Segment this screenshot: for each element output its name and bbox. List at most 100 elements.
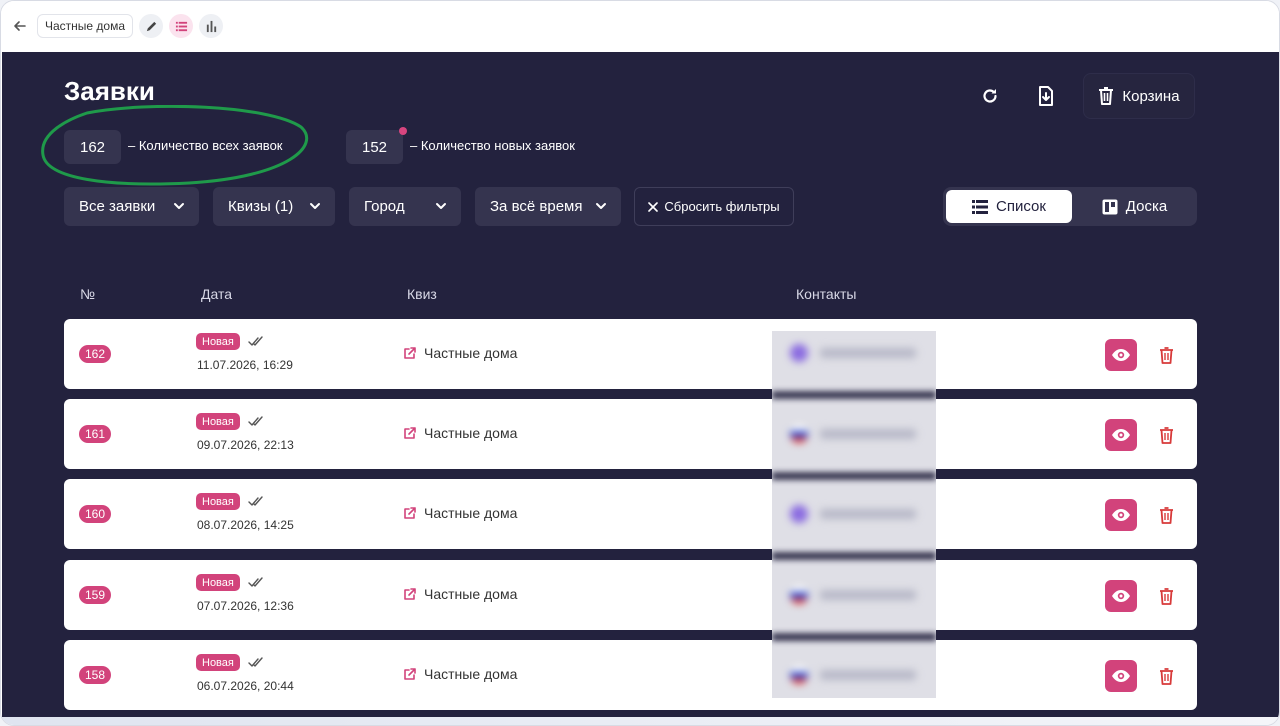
filter-period[interactable]: За всё время [475, 187, 621, 226]
page-title: Заявки [64, 76, 155, 106]
external-link-icon [404, 347, 416, 359]
table-row[interactable]: 160 Новая 08.07.2026, 14:25 Частные дома [64, 479, 1197, 549]
column-header-number: № [80, 286, 96, 302]
delete-request-button[interactable] [1156, 423, 1176, 447]
quiz-name: Частные дома [424, 345, 518, 361]
eye-icon [1112, 349, 1130, 361]
filter-all-requests-label: Все заявки [79, 198, 156, 215]
chevron-down-icon [310, 203, 320, 209]
quiz-name: Частные дома [424, 586, 518, 602]
new-requests-label: – Количество новых заявок [410, 138, 575, 153]
quiz-name: Частные дома [424, 505, 518, 521]
trash-icon [1159, 426, 1173, 444]
close-icon [648, 201, 659, 212]
trash-icon [1159, 587, 1173, 605]
statistics-button[interactable] [199, 14, 224, 38]
chevron-down-icon [436, 203, 446, 209]
quiz-name: Частные дома [424, 666, 518, 682]
view-board-label: Доска [1125, 198, 1168, 215]
russia-flag-icon [786, 422, 926, 446]
new-indicator-dot [399, 127, 407, 135]
request-number-badge: 160 [79, 505, 112, 523]
status-badge: Новая [196, 574, 240, 591]
edit-button[interactable] [139, 14, 164, 38]
total-requests-count: 162 [64, 130, 121, 164]
requests-list-button[interactable] [169, 14, 194, 38]
request-number-badge: 162 [79, 345, 112, 363]
status-badge: Новая [196, 493, 240, 510]
external-link-icon [404, 427, 416, 439]
status-badge: Новая [196, 654, 240, 671]
new-requests-count: 152 [346, 130, 403, 164]
top-toolbar: Частные дома [1, 1, 1279, 51]
table-row[interactable]: 162 Новая 11.07.2026, 16:29 Частные дома [64, 319, 1197, 389]
filter-all-requests[interactable]: Все заявки [64, 187, 199, 226]
view-request-button[interactable] [1105, 499, 1137, 531]
request-date: 06.07.2026, 20:44 [197, 679, 294, 693]
refresh-icon [983, 89, 997, 103]
view-list-label: Список [996, 198, 1046, 215]
bar-chart-icon [206, 20, 216, 32]
filter-city-label: Город [364, 198, 405, 215]
double-check-icon [248, 577, 263, 587]
quiz-name: Частные дома [424, 425, 518, 441]
export-button[interactable] [1028, 78, 1064, 114]
filter-city[interactable]: Город [349, 187, 461, 226]
filter-quizzes-label: Квизы (1) [228, 198, 294, 215]
view-request-button[interactable] [1105, 580, 1137, 612]
kanban-board-icon [1102, 199, 1118, 214]
trash-icon [1159, 346, 1173, 364]
quiz-name-field[interactable]: Частные дома [37, 14, 134, 38]
view-board-button[interactable]: Доска [1075, 190, 1194, 223]
request-date: 08.07.2026, 14:25 [197, 518, 294, 532]
trash-bin-button[interactable]: Корзина [1083, 73, 1195, 119]
reset-filters-label: Сбросить фильтры [664, 199, 780, 214]
quiz-link[interactable]: Частные дома [403, 586, 517, 602]
chevron-down-icon [596, 203, 606, 209]
column-header-contacts: Контакты [796, 286, 857, 302]
double-check-icon [248, 657, 263, 667]
delete-request-button[interactable] [1156, 343, 1176, 367]
back-arrow-icon[interactable] [9, 15, 31, 37]
chevron-down-icon [174, 203, 184, 209]
column-header-date: Дата [201, 286, 233, 302]
request-date: 09.07.2026, 22:13 [197, 438, 294, 452]
list-icon [175, 21, 187, 31]
table-row[interactable]: 159 Новая 07.07.2026, 12:36 Частные дома [64, 560, 1197, 630]
quiz-link[interactable]: Частные дома [403, 505, 517, 521]
table-row[interactable]: 161 Новая 09.07.2026, 22:13 Частные дома [64, 399, 1197, 469]
column-header-quiz: Квиз [407, 286, 437, 302]
trash-label: Корзина [1122, 87, 1180, 105]
quiz-link[interactable]: Частные дома [403, 425, 517, 441]
table-row[interactable]: 158 Новая 06.07.2026, 20:44 Частные дома [64, 640, 1197, 710]
view-request-button[interactable] [1105, 339, 1137, 371]
quiz-link[interactable]: Частные дома [403, 345, 517, 361]
filter-quizzes[interactable]: Квизы (1) [213, 187, 335, 226]
status-badge: Новая [196, 413, 240, 430]
pencil-icon [146, 21, 156, 31]
reset-filters-button[interactable]: Сбросить фильтры [634, 187, 794, 226]
russia-flag-icon [786, 583, 926, 607]
request-number-badge: 159 [79, 586, 112, 604]
delete-request-button[interactable] [1156, 584, 1176, 608]
external-link-icon [404, 668, 416, 680]
refresh-button[interactable] [972, 78, 1008, 114]
double-check-icon [248, 496, 263, 506]
view-list-button[interactable]: Список [946, 190, 1072, 223]
request-number-badge: 158 [79, 666, 112, 684]
total-requests-label: – Количество всех заявок [128, 138, 283, 153]
eye-icon [1112, 590, 1130, 602]
view-request-button[interactable] [1105, 660, 1137, 692]
download-file-icon [1039, 86, 1053, 106]
blurred-contacts-mask [772, 331, 936, 698]
quiz-link[interactable]: Частные дома [403, 666, 517, 682]
trash-icon [1159, 506, 1173, 524]
request-date: 07.07.2026, 12:36 [197, 599, 294, 613]
delete-request-button[interactable] [1156, 664, 1176, 688]
delete-request-button[interactable] [1156, 503, 1176, 527]
contact-avatar-icon [786, 502, 926, 526]
view-request-button[interactable] [1105, 419, 1137, 451]
trash-icon [1159, 667, 1173, 685]
list-icon [972, 199, 989, 214]
request-number-badge: 161 [79, 425, 112, 443]
